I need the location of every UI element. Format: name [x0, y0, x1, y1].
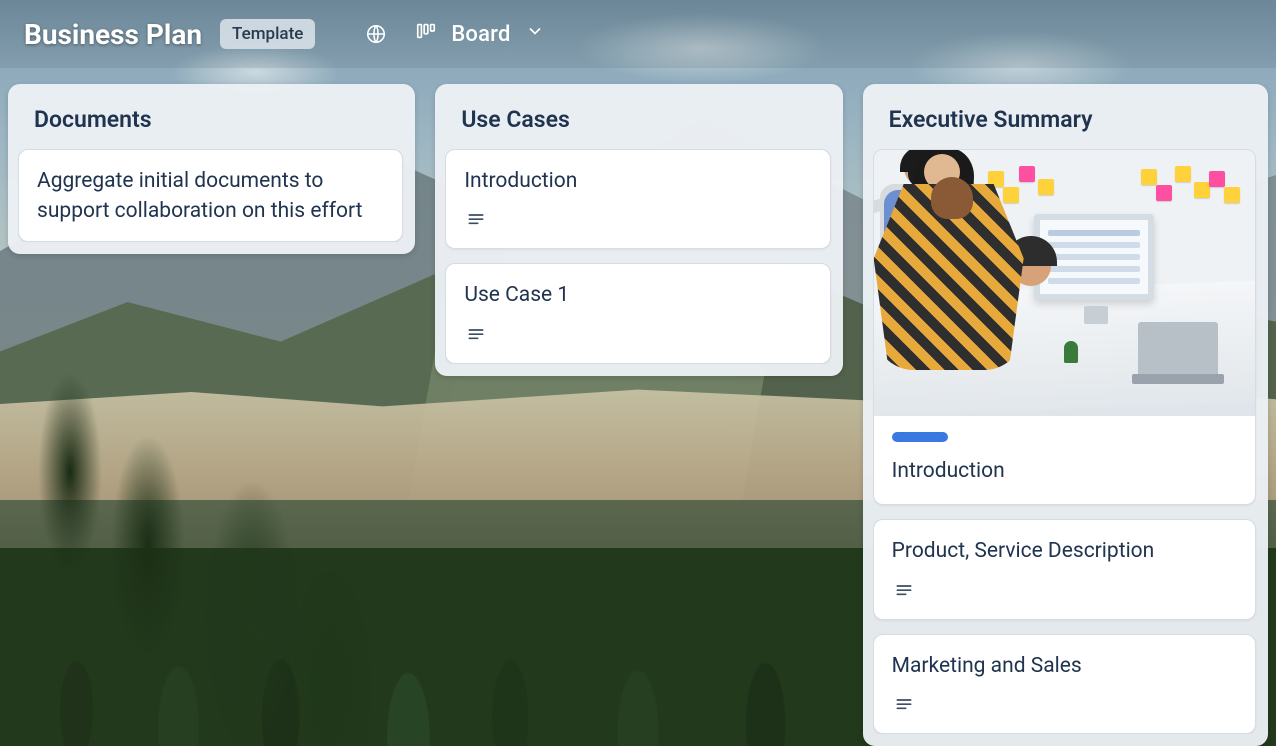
- board: Documents Aggregate initial documents to…: [0, 68, 1276, 746]
- chevron-down-icon: [525, 21, 545, 47]
- view-switcher[interactable]: Board: [415, 20, 544, 48]
- column-executive-summary: Executive Summary: [863, 84, 1268, 746]
- card-title: Introduction: [464, 166, 811, 196]
- page-header: Business Plan Template Board: [0, 0, 1276, 68]
- card[interactable]: Introduction: [873, 149, 1256, 505]
- template-badge[interactable]: Template: [220, 19, 315, 49]
- column-body: Introduction Use Case 1: [445, 149, 832, 364]
- description-icon: [466, 325, 486, 349]
- card[interactable]: Use Case 1: [445, 263, 830, 363]
- card[interactable]: Aggregate initial documents to support c…: [18, 149, 403, 242]
- column-header[interactable]: Executive Summary: [873, 84, 1258, 149]
- description-icon: [894, 500, 914, 505]
- card[interactable]: Introduction: [445, 149, 830, 249]
- card-title: Aggregate initial documents to support c…: [37, 166, 384, 227]
- view-label: Board: [451, 22, 510, 47]
- column-use-cases: Use Cases Introduction Use Case 1: [435, 84, 842, 376]
- card-title: Product, Service Description: [892, 536, 1237, 566]
- card[interactable]: Marketing and Sales: [873, 634, 1256, 734]
- column-header[interactable]: Use Cases: [445, 84, 832, 149]
- page-title[interactable]: Business Plan: [24, 18, 202, 51]
- card-title: Introduction: [892, 456, 1237, 486]
- column-header[interactable]: Documents: [18, 84, 405, 149]
- card-title: Marketing and Sales: [892, 651, 1237, 681]
- card-title: Use Case 1: [464, 280, 811, 310]
- column-documents: Documents Aggregate initial documents to…: [8, 84, 415, 254]
- description-icon: [466, 210, 486, 234]
- card-cover-image: [874, 150, 1255, 416]
- column-body: Aggregate initial documents to support c…: [18, 149, 405, 242]
- globe-icon[interactable]: [365, 23, 387, 45]
- description-icon: [894, 695, 914, 719]
- description-icon: [894, 581, 914, 605]
- board-icon: [415, 20, 437, 48]
- card[interactable]: Product, Service Description: [873, 519, 1256, 619]
- column-body: Introduction Product, Service Descriptio…: [873, 149, 1258, 734]
- status-pill: [892, 432, 948, 442]
